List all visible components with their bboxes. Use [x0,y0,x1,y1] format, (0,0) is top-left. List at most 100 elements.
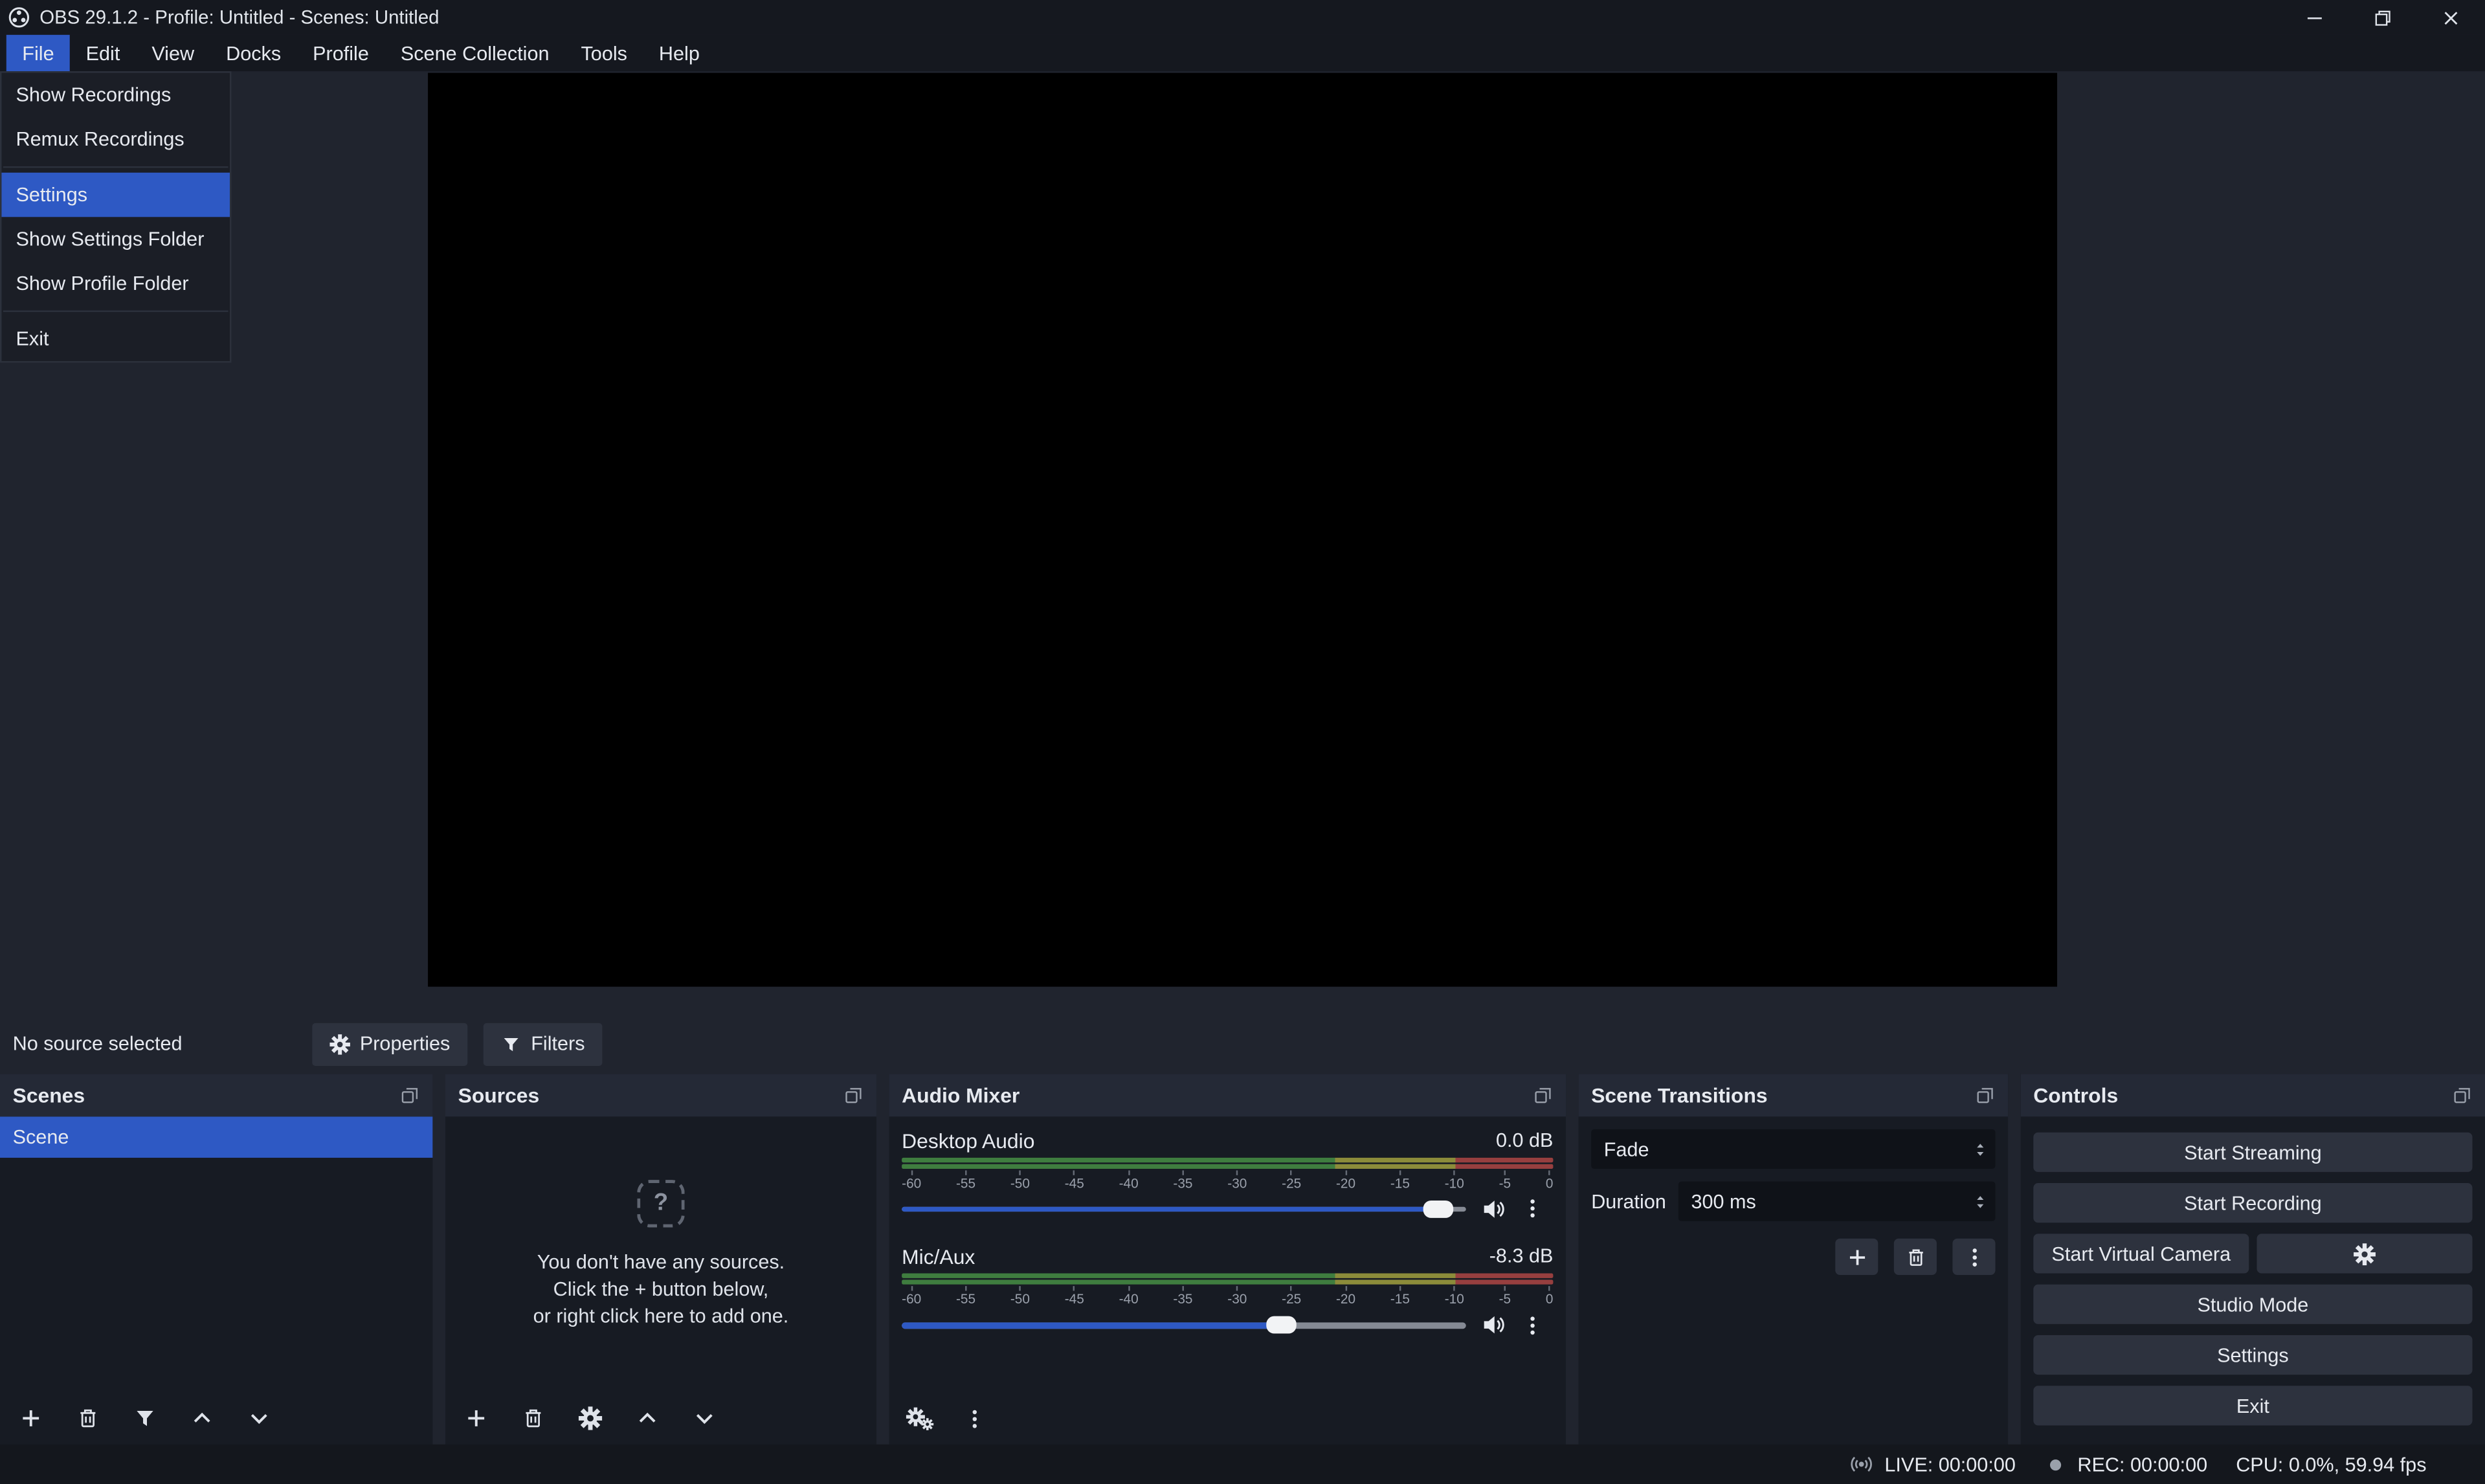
move-source-down-button[interactable] [693,1406,717,1430]
maximize-button[interactable] [2349,0,2417,35]
mixer-menu-button[interactable] [964,1407,986,1429]
channel-level-db: 0.0 dB [1496,1129,1553,1151]
properties-button[interactable]: Properties [312,1023,467,1065]
channel-name: Desktop Audio [902,1129,1034,1153]
channel-name: Mic/Aux [902,1245,975,1268]
duration-input[interactable]: 300 ms [1678,1182,1996,1221]
menu-tools[interactable]: Tools [565,35,643,71]
studio-mode-button[interactable]: Studio Mode [2033,1285,2472,1324]
sources-empty-text: You don't have any sources. [537,1249,785,1276]
meter-tick: -5 [1499,1170,1511,1191]
meter-tick: -45 [1065,1170,1084,1191]
meter-tick: -40 [1119,1170,1139,1191]
meter-tick: -55 [956,1170,975,1191]
speaker-icon[interactable] [1482,1197,1506,1221]
duration-value: 300 ms [1691,1190,1755,1212]
advanced-audio-icon[interactable] [905,1406,935,1430]
window-controls [2280,0,2485,35]
move-source-up-button[interactable] [636,1406,660,1430]
titlebar: OBS 29.1.2 - Profile: Untitled - Scenes:… [0,0,2485,35]
add-scene-button[interactable] [19,1406,43,1430]
menu-item-settings[interactable]: Settings [1,173,230,217]
start-recording-button[interactable]: Start Recording [2033,1183,2472,1223]
sources-panel-header: Sources [445,1074,876,1116]
window-title: OBS 29.1.2 - Profile: Untitled - Scenes:… [39,6,439,28]
mixer-channel-desktop-audio: Desktop Audio 0.0 dB -60-55-50-45-40-35-… [902,1126,1553,1222]
meter-tick: -55 [956,1287,975,1308]
remove-transition-button[interactable] [1894,1239,1937,1275]
meter-tick: -60 [902,1287,921,1308]
menu-profile[interactable]: Profile [297,35,385,71]
controls-panel: Controls Start Streaming Start Recording… [2021,1074,2485,1445]
filters-label: Filters [531,1033,585,1055]
controls-body: Start Streaming Start Recording Start Vi… [2021,1116,2485,1445]
slider-handle[interactable] [1423,1201,1454,1218]
meter-tick: -15 [1390,1170,1410,1191]
sources-list[interactable]: ? You don't have any sources. Click the … [445,1116,876,1392]
exit-button[interactable]: Exit [2033,1386,2472,1425]
scenes-toolbar [0,1392,432,1445]
menu-edit[interactable]: Edit [70,35,136,71]
menu-separator [3,166,228,168]
controls-header: Controls [2021,1074,2485,1116]
close-button[interactable] [2417,0,2485,35]
scene-transitions-header: Scene Transitions [1579,1074,2009,1116]
channel-menu-button[interactable] [1521,1198,1543,1220]
duration-label: Duration [1591,1190,1666,1212]
popout-icon [399,1085,420,1105]
menu-item-show-profile-folder[interactable]: Show Profile Folder [1,261,230,306]
live-icon [1850,1452,1874,1476]
menu-item-show-recordings[interactable]: Show Recordings [1,73,230,118]
minimize-button[interactable] [2280,0,2348,35]
sources-panel: Sources ? You don't have any sources. Cl… [445,1074,876,1445]
menu-docks[interactable]: Docks [210,35,297,71]
transition-select[interactable]: Fade [1591,1129,1995,1169]
menu-item-show-settings-folder[interactable]: Show Settings Folder [1,217,230,261]
preview-area [0,71,2485,1013]
popout-icon [843,1085,864,1105]
remove-source-button[interactable] [522,1406,546,1430]
menu-file[interactable]: File [6,35,70,71]
add-source-button[interactable] [464,1406,488,1430]
volume-meter [902,1274,1553,1285]
settings-button[interactable]: Settings [2033,1335,2472,1375]
scene-filters-button[interactable] [133,1406,157,1430]
preview-toolbar: No source selected Properties Filters [0,1013,2485,1074]
obs-window: OBS 29.1.2 - Profile: Untitled - Scenes:… [0,0,2485,1484]
meter-tick: -25 [1282,1170,1301,1191]
live-status: LIVE: 00:00:00 [1850,1452,2016,1476]
popout-icon [1533,1085,1554,1105]
menu-help[interactable]: Help [643,35,715,71]
slider-handle[interactable] [1265,1316,1296,1334]
mixer-toolbar [889,1392,1566,1445]
meter-tick: -10 [1445,1170,1464,1191]
filters-button[interactable]: Filters [484,1023,603,1065]
statusbar: LIVE: 00:00:00 REC: 00:00:00 CPU: 0.0%, … [0,1445,2485,1484]
audio-mixer-title: Audio Mixer [902,1083,1020,1107]
move-scene-up-button[interactable] [190,1406,214,1430]
spinner-icon[interactable] [1972,1138,1996,1160]
start-virtual-camera-button[interactable]: Start Virtual Camera [2033,1234,2249,1273]
menu-item-remux-recordings[interactable]: Remux Recordings [1,117,230,162]
meter-tick: -35 [1173,1287,1192,1308]
scenes-list[interactable]: Scene [0,1116,432,1392]
add-transition-button[interactable] [1835,1239,1878,1275]
source-properties-button[interactable] [579,1406,603,1430]
preview-canvas[interactable] [428,73,2057,987]
menu-view[interactable]: View [136,35,210,71]
remove-scene-button[interactable] [76,1406,100,1430]
menu-item-exit[interactable]: Exit [1,316,230,361]
volume-slider[interactable] [902,1312,1466,1338]
channel-menu-button[interactable] [1521,1314,1543,1336]
menu-scene-collection[interactable]: Scene Collection [384,35,565,71]
transition-menu-button[interactable] [1952,1239,1995,1275]
spinner-icon[interactable] [1972,1190,1996,1212]
volume-slider[interactable] [902,1196,1466,1221]
start-streaming-button[interactable]: Start Streaming [2033,1133,2472,1172]
meter-tick: -10 [1445,1287,1464,1308]
scene-list-item[interactable]: Scene [0,1116,432,1158]
move-scene-down-button[interactable] [247,1406,271,1430]
audio-mixer-panel: Audio Mixer Desktop Audio 0.0 dB -60 -55 -… [889,1074,1566,1445]
virtual-camera-settings-button[interactable] [2257,1234,2473,1273]
speaker-icon[interactable] [1482,1313,1506,1337]
